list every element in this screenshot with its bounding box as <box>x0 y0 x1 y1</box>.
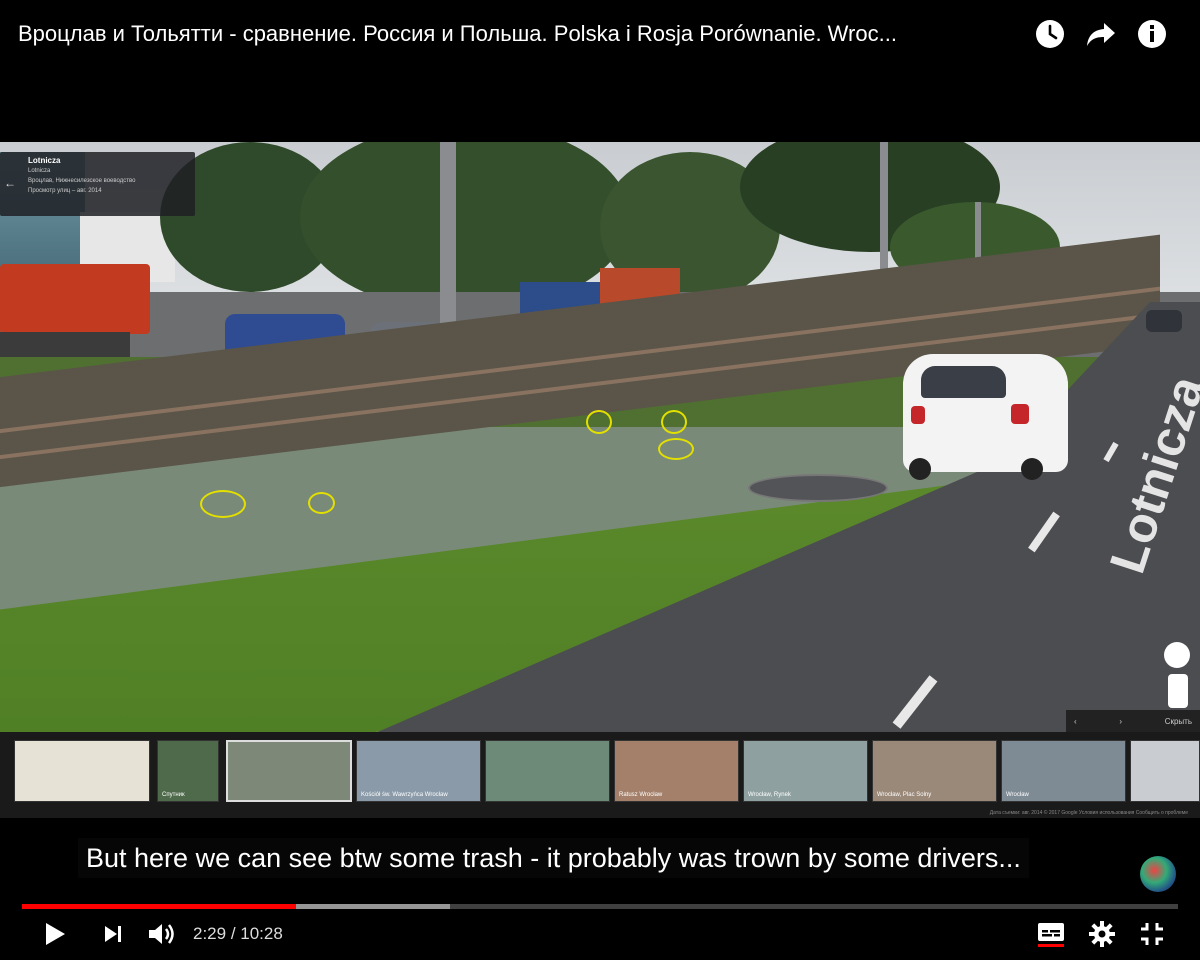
play-icon[interactable] <box>38 918 72 950</box>
chevron-right-icon[interactable]: › <box>1119 717 1122 726</box>
back-arrow-icon[interactable]: ← <box>4 176 20 192</box>
capture-date: Просмотр улиц – авг. 2014 <box>28 188 102 194</box>
trash-marker <box>308 492 335 514</box>
trash-marker <box>661 410 687 434</box>
gallery-thumbnail[interactable]: Wrocław, Rynek <box>743 740 868 802</box>
progress-bar[interactable] <box>22 904 1178 909</box>
gallery-thumbnail[interactable] <box>485 740 610 802</box>
time-display: 2:29 / 10:28 <box>193 924 283 944</box>
photo-gallery: Спутник Kościół św. Wawrzyńca Wrocław Ra… <box>0 732 1200 818</box>
trash-marker <box>658 438 694 460</box>
gallery-thumbnail[interactable]: Kościół św. Wawrzyńca Wrocław <box>356 740 481 802</box>
map-thumbnail[interactable] <box>14 740 150 802</box>
gallery-thumbnail-current[interactable] <box>226 740 352 802</box>
volume-icon[interactable] <box>144 918 178 950</box>
current-time: 2:29 <box>193 924 227 943</box>
hide-gallery-button[interactable]: Скрыть <box>1165 717 1192 726</box>
chevron-left-icon[interactable]: ‹ <box>1074 717 1077 726</box>
share-arrow-icon[interactable] <box>1083 16 1119 52</box>
clock-icon[interactable] <box>1032 16 1068 52</box>
manhole <box>748 474 888 502</box>
zoom-control[interactable] <box>1168 674 1188 708</box>
video-frame[interactable]: ← Lotnicza Lotnicza Вроцлав, Нижнесилезс… <box>0 142 1200 818</box>
gallery-thumbnail[interactable]: Wrocław <box>1001 740 1126 802</box>
compass-icon[interactable] <box>1164 642 1190 668</box>
gallery-thumbnail[interactable]: Ratusz Wrocław <box>614 740 739 802</box>
truck <box>0 264 150 334</box>
tail-light <box>911 406 925 424</box>
captions-icon[interactable] <box>1034 918 1068 950</box>
car-window <box>921 366 1006 398</box>
exit-fullscreen-icon[interactable] <box>1136 918 1168 950</box>
channel-avatar[interactable] <box>1140 856 1176 892</box>
gallery-footer: Дата съемки: авг. 2014 © 2017 Google Усл… <box>989 810 1188 816</box>
car <box>1146 310 1182 332</box>
closed-caption: But here we can see btw some trash - it … <box>78 838 1029 878</box>
location-title: Lotnicza <box>28 156 61 165</box>
tail-light <box>1011 404 1029 424</box>
wheel <box>1021 458 1043 480</box>
progress-played <box>22 904 296 909</box>
satellite-thumbnail[interactable]: Спутник <box>157 740 219 802</box>
video-title[interactable]: Вроцлав и Тольятти - сравнение. Россия и… <box>18 20 1030 48</box>
skip-next-icon[interactable] <box>98 918 128 950</box>
info-icon[interactable] <box>1134 16 1170 52</box>
time-separator: / <box>226 924 241 943</box>
trash-marker <box>200 490 246 518</box>
trash-marker <box>586 410 612 434</box>
location-subtitle: Lotnicza <box>28 168 51 174</box>
white-car <box>903 354 1068 480</box>
gallery-thumbnail[interactable]: Wrocław, Plac Solny <box>872 740 997 802</box>
location-region: Вроцлав, Нижнесилезское воеводство <box>28 178 136 184</box>
gear-icon[interactable] <box>1086 918 1118 950</box>
video-top-bar: Вроцлав и Тольятти - сравнение. Россия и… <box>0 0 1200 70</box>
duration: 10:28 <box>240 924 283 943</box>
gallery-thumbnail[interactable] <box>1130 740 1200 802</box>
wheel <box>909 458 931 480</box>
gallery-nav: ‹ › Скрыть <box>1066 710 1200 732</box>
street-view-info-card[interactable]: ← Lotnicza Lotnicza Вроцлав, Нижнесилезс… <box>0 152 195 216</box>
